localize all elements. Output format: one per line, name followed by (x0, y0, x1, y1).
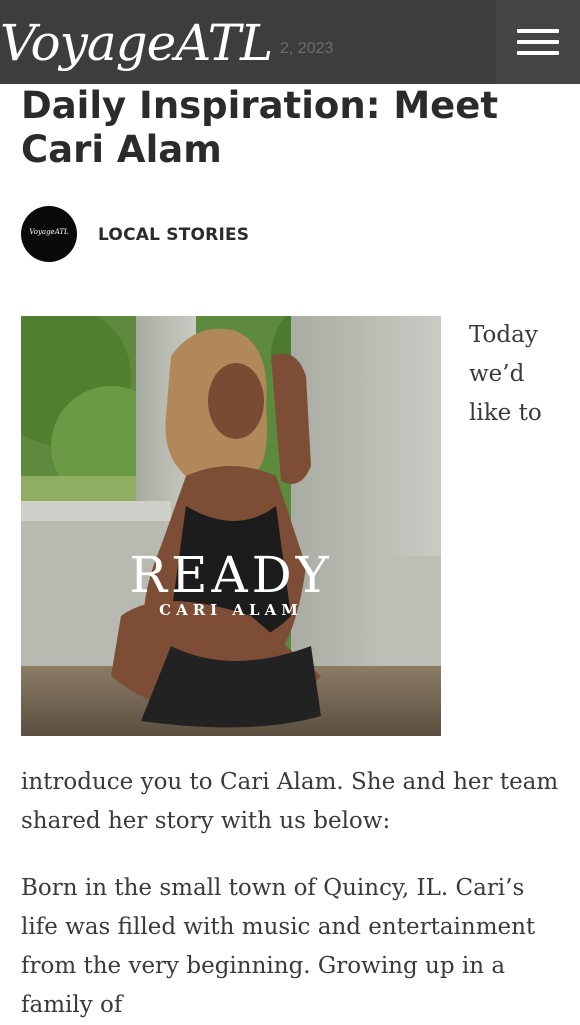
category-link[interactable]: LOCAL STORIES (98, 225, 249, 245)
author-avatar[interactable]: VoyageATL (21, 206, 77, 262)
site-logo[interactable]: VoyageATL (0, 12, 273, 74)
avatar-logo-text: VoyageATL (29, 228, 69, 236)
article-cover-image: READY CARI ALAM (21, 316, 441, 736)
hamburger-menu-icon[interactable] (496, 0, 580, 84)
article-title: Daily Inspiration: Meet Cari Alam (21, 84, 499, 171)
menu-bar (517, 29, 559, 33)
article-paragraph: Born in the small town of Quincy, IL. Ca… (21, 875, 536, 1018)
intro-float-text: Today we’d like to (469, 316, 559, 433)
article-paragraph: introduce you to Cari Alam. She and her … (21, 769, 559, 834)
post-date: 2, 2023 (280, 40, 334, 57)
menu-bar (517, 51, 559, 55)
cover-subtitle-text: CARI ALAM (159, 601, 303, 619)
cover-title-text: READY (129, 546, 333, 604)
intro-word: we’d (469, 361, 525, 387)
intro-word: like to (469, 400, 542, 426)
menu-bar (517, 40, 559, 44)
cover-photo (21, 316, 441, 736)
site-header: 2, 2023 VoyageATL (0, 0, 580, 84)
intro-word: Today (469, 322, 538, 348)
